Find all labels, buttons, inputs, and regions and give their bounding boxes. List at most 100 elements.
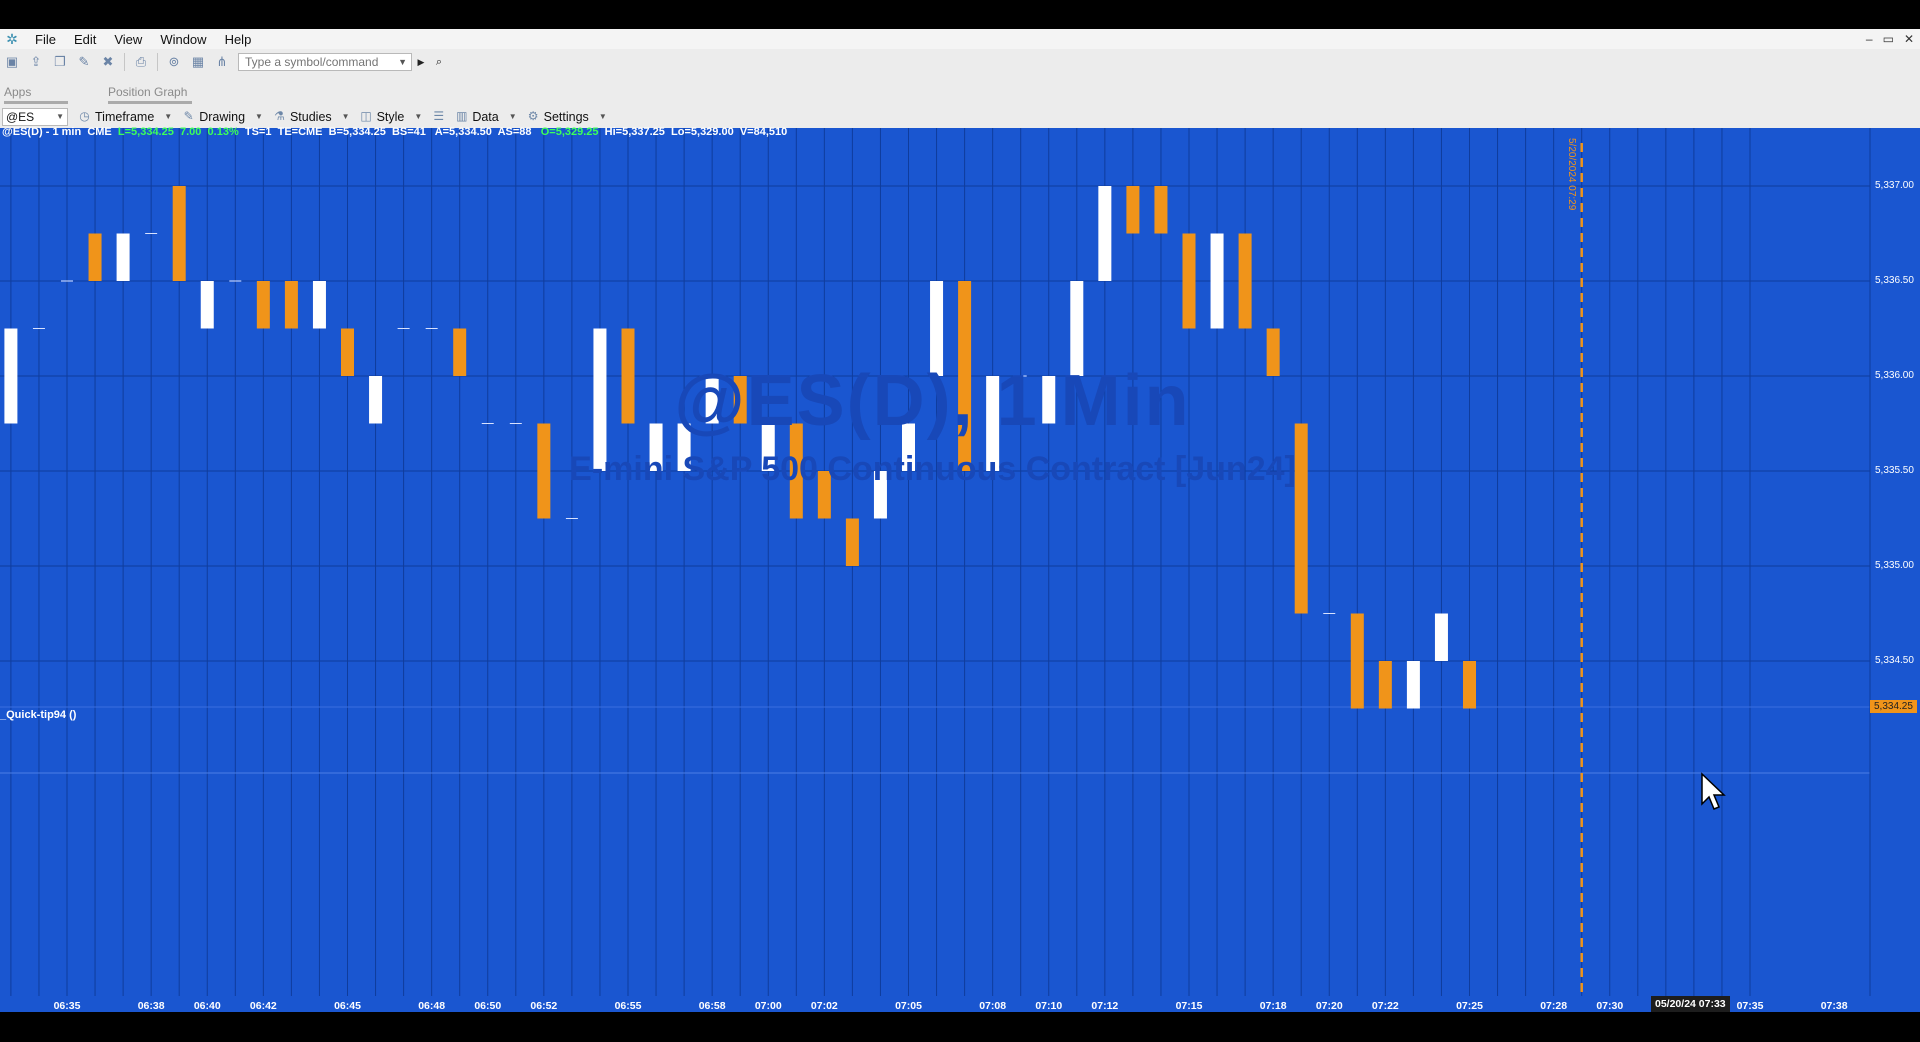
candle-up bbox=[1434, 613, 1448, 661]
drawing-button[interactable]: ✎ Drawing ▼ bbox=[182, 110, 263, 124]
restore-button[interactable]: ▭ bbox=[1883, 32, 1894, 46]
chart-info-line: @ES(D) - 1 min CME L=5,334.25 7.00 0.13%… bbox=[2, 126, 787, 138]
x-tick-label: 07:15 bbox=[1175, 1000, 1203, 1012]
y-tick-label: 5,335.00 bbox=[1875, 560, 1914, 571]
symbol-command-input[interactable]: ▼ bbox=[238, 53, 412, 71]
symbol-select[interactable]: @ES ▼ bbox=[2, 107, 68, 126]
info-low: Lo=5,329.00 bbox=[671, 126, 734, 138]
toolbar-divider bbox=[157, 53, 158, 71]
last-price-marker: 5,334.25 bbox=[1870, 700, 1917, 713]
info-as: AS=88 bbox=[497, 126, 532, 138]
candle-up bbox=[1210, 233, 1224, 329]
x-tick-label: 07:00 bbox=[754, 1000, 782, 1012]
x-tick-label: 06:45 bbox=[334, 1000, 361, 1012]
info-ask: A=5,334.50 bbox=[434, 126, 492, 138]
info-volume: V=84,510 bbox=[739, 126, 788, 138]
open-icon[interactable]: ⇪ bbox=[27, 53, 45, 71]
menu-view[interactable]: View bbox=[105, 32, 151, 47]
data-label: Data bbox=[472, 109, 499, 124]
chevron-down-icon: ▼ bbox=[414, 112, 423, 121]
x-tick-label: 07:22 bbox=[1371, 1000, 1399, 1012]
price-chart[interactable] bbox=[0, 128, 1920, 1012]
studies-label: Studies bbox=[289, 109, 332, 124]
data-button[interactable]: ▥ Data ▼ bbox=[455, 109, 517, 124]
menu-edit[interactable]: Edit bbox=[65, 32, 105, 47]
timeframe-button[interactable]: ◷ Timeframe ▼ bbox=[78, 110, 172, 124]
app-window: ✲ File Edit View Window Help – ▭ ✕ ▣ ⇪ ❐… bbox=[0, 0, 1920, 1042]
new-window-icon[interactable]: ▣ bbox=[3, 53, 21, 71]
app-logo-icon: ✲ bbox=[6, 31, 18, 47]
timeframe-label: Timeframe bbox=[95, 109, 155, 124]
tab-position-graph[interactable]: Position Graph bbox=[108, 85, 187, 99]
candle-down bbox=[1350, 613, 1364, 709]
link-icon[interactable]: ⊚ bbox=[165, 53, 183, 71]
style-button[interactable]: ◫ Style ▼ bbox=[360, 109, 423, 124]
candle-up bbox=[116, 233, 130, 281]
y-tick-label: 5,334.50 bbox=[1875, 655, 1914, 666]
info-bid: B=5,334.25 bbox=[328, 126, 386, 138]
x-tick-label: 07:35 bbox=[1736, 1000, 1764, 1012]
tab-underline bbox=[108, 101, 192, 104]
info-te: TE=CME bbox=[277, 126, 323, 138]
settings-button[interactable]: ⚙ Settings ▼ bbox=[527, 110, 607, 124]
main-toolbar: ▣ ⇪ ❐ ✎ ✖ ⎙ ⊚ ▦ ⋔ ▼ ▶ ⌕ bbox=[0, 49, 1920, 75]
drawing-label: Drawing bbox=[199, 109, 246, 124]
x-tick-label: 06:38 bbox=[137, 1000, 165, 1012]
search-icon[interactable]: ⌕ bbox=[433, 53, 445, 71]
x-tick-label: 06:55 bbox=[614, 1000, 642, 1012]
minimize-button[interactable]: – bbox=[1866, 32, 1873, 46]
candle-up bbox=[312, 281, 326, 329]
layout-button[interactable]: ☰ bbox=[432, 110, 445, 123]
chevron-down-icon: ▼ bbox=[255, 112, 263, 121]
candle-down bbox=[172, 186, 186, 281]
bar-chart-icon: ▥ bbox=[456, 109, 468, 123]
chevron-down-icon[interactable]: ▼ bbox=[56, 112, 64, 121]
chevron-down-icon: ▼ bbox=[164, 112, 173, 121]
x-tick-label: 07:02 bbox=[810, 1000, 838, 1012]
y-tick-label: 5,335.50 bbox=[1875, 465, 1914, 476]
info-ts: TS=1 bbox=[244, 126, 272, 138]
x-tick-label: 07:38 bbox=[1820, 1000, 1848, 1012]
grid-icon[interactable]: ▦ bbox=[189, 53, 207, 71]
menu-help[interactable]: Help bbox=[216, 32, 261, 47]
x-tick-label: 06:50 bbox=[474, 1000, 502, 1012]
play-icon[interactable]: ▶ bbox=[415, 53, 427, 71]
info-symbol: @ES(D) - 1 min bbox=[2, 126, 82, 138]
info-high: Hi=5,337.25 bbox=[604, 126, 665, 138]
crosshair-time-label: 05/20/24 07:33 bbox=[1651, 996, 1730, 1012]
style-icon: ◫ bbox=[360, 109, 372, 123]
chevron-down-icon[interactable]: ▼ bbox=[398, 57, 407, 67]
symbol-command-field[interactable] bbox=[243, 54, 387, 70]
candle-down bbox=[284, 281, 298, 329]
x-tick-label: 06:40 bbox=[193, 1000, 221, 1012]
symbol-value: @ES bbox=[6, 109, 35, 124]
candle-down bbox=[845, 518, 859, 566]
x-tick-label: 06:58 bbox=[698, 1000, 726, 1012]
info-change: 7.00 bbox=[179, 126, 202, 138]
menu-file[interactable]: File bbox=[26, 32, 65, 47]
x-tick-label: 07:12 bbox=[1091, 1000, 1119, 1012]
close-window-icon[interactable]: ✖ bbox=[99, 53, 117, 71]
chevron-down-icon: ▼ bbox=[508, 112, 517, 121]
print-icon[interactable]: ⎙ bbox=[132, 53, 150, 71]
close-button[interactable]: ✕ bbox=[1904, 32, 1914, 46]
settings-label: Settings bbox=[543, 109, 589, 124]
chart-area[interactable] bbox=[0, 128, 1920, 1012]
menu-bar: ✲ File Edit View Window Help – ▭ ✕ bbox=[0, 29, 1920, 49]
info-pct: 0.13% bbox=[207, 126, 239, 138]
x-tick-label: 07:28 bbox=[1540, 1000, 1568, 1012]
network-icon[interactable]: ⋔ bbox=[213, 53, 231, 71]
candle-down bbox=[1182, 233, 1196, 329]
y-tick-label: 5,336.00 bbox=[1875, 370, 1914, 381]
studies-button[interactable]: ⚗ Studies ▼ bbox=[273, 110, 350, 124]
x-tick-label: 07:20 bbox=[1315, 1000, 1343, 1012]
menu-window[interactable]: Window bbox=[151, 32, 215, 47]
style-label: Style bbox=[376, 109, 405, 124]
x-tick-label: 07:05 bbox=[895, 1000, 922, 1012]
candle-up bbox=[200, 281, 214, 329]
copy-window-icon[interactable]: ❐ bbox=[51, 53, 69, 71]
tab-apps[interactable]: Apps bbox=[4, 85, 31, 99]
edit-icon[interactable]: ✎ bbox=[75, 53, 93, 71]
gear-icon: ⚙ bbox=[527, 109, 539, 123]
info-last: L=5,334.25 bbox=[117, 126, 174, 138]
